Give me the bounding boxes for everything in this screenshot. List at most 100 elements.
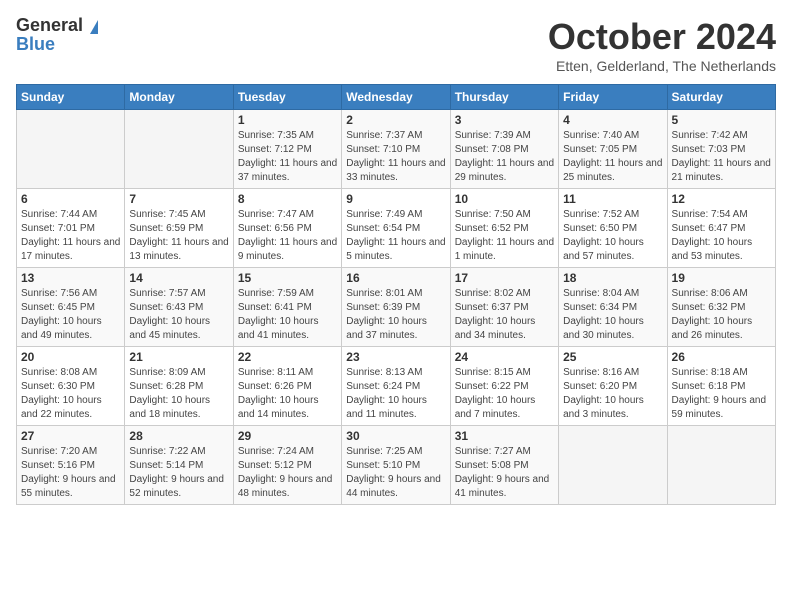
month-title: October 2024 [548, 16, 776, 58]
calendar-cell: 13 Sunrise: 7:56 AM Sunset: 6:45 PM Dayli… [17, 268, 125, 347]
day-number: 19 [672, 271, 771, 285]
calendar-cell: 22Sunrise: 8:11 AM Sunset: 6:26 PM Dayli… [233, 347, 341, 426]
day-info: Sunrise: 7:25 AM Sunset: 5:10 PM Dayligh… [346, 445, 445, 501]
weekday-header-monday: Monday [125, 85, 233, 110]
calendar-cell [667, 426, 775, 505]
calendar-cell: 2 Sunrise: 7:37 AM Sunset: 7:10 PM Daylig… [342, 110, 450, 189]
calendar-week-3: 13 Sunrise: 7:56 AM Sunset: 6:45 PM Dayli… [17, 268, 776, 347]
weekday-header-saturday: Saturday [667, 85, 775, 110]
location-text: Etten, Gelderland, The Netherlands [548, 58, 776, 74]
calendar-cell: 24 Sunrise: 8:15 AM Sunset: 6:22 PM Dayli… [450, 347, 558, 426]
logo-triangle-icon [90, 20, 98, 34]
calendar-cell: 18 Sunrise: 8:04 AM Sunset: 6:34 PM Dayli… [559, 268, 667, 347]
day-number: 3 [455, 113, 554, 127]
day-number: 18 [563, 271, 662, 285]
day-info: Sunrise: 8:08 AM Sunset: 6:30 PM Dayligh… [21, 366, 120, 422]
day-number: 30 [346, 429, 445, 443]
weekday-header-friday: Friday [559, 85, 667, 110]
calendar-cell: 15 Sunrise: 7:59 AM Sunset: 6:41 PM Dayli… [233, 268, 341, 347]
calendar-table: SundayMondayTuesdayWednesdayThursdayFrid… [16, 84, 776, 505]
day-info: Sunrise: 7:37 AM Sunset: 7:10 PM Dayligh… [346, 129, 445, 185]
day-info: Sunrise: 7:50 AM Sunset: 6:52 PM Dayligh… [455, 208, 554, 264]
weekday-header-wednesday: Wednesday [342, 85, 450, 110]
day-info: Sunrise: 8:18 AM Sunset: 6:18 PM Dayligh… [672, 366, 771, 422]
day-info: Sunrise: 7:39 AM Sunset: 7:08 PM Dayligh… [455, 129, 554, 185]
day-number: 28 [129, 429, 228, 443]
day-number: 4 [563, 113, 662, 127]
title-area: October 2024 Etten, Gelderland, The Neth… [548, 16, 776, 74]
calendar-cell: 26 Sunrise: 8:18 AM Sunset: 6:18 PM Dayli… [667, 347, 775, 426]
calendar-cell [559, 426, 667, 505]
day-info: Sunrise: 8:04 AM Sunset: 6:34 PM Dayligh… [563, 287, 662, 343]
weekday-header-thursday: Thursday [450, 85, 558, 110]
calendar-cell: 3 Sunrise: 7:39 AM Sunset: 7:08 PM Daylig… [450, 110, 558, 189]
calendar-cell: 20 Sunrise: 8:08 AM Sunset: 6:30 PM Dayli… [17, 347, 125, 426]
weekday-header-sunday: Sunday [17, 85, 125, 110]
day-number: 13 [21, 271, 120, 285]
day-info: Sunrise: 7:56 AM Sunset: 6:45 PM Dayligh… [21, 287, 120, 343]
day-number: 10 [455, 192, 554, 206]
weekday-header-row: SundayMondayTuesdayWednesdayThursdayFrid… [17, 85, 776, 110]
day-number: 8 [238, 192, 337, 206]
day-number: 5 [672, 113, 771, 127]
day-number: 20 [21, 350, 120, 364]
day-info: Sunrise: 7:22 AM Sunset: 5:14 PM Dayligh… [129, 445, 228, 501]
day-info: Sunrise: 8:06 AM Sunset: 6:32 PM Dayligh… [672, 287, 771, 343]
day-number: 15 [238, 271, 337, 285]
day-info: Sunrise: 8:16 AM Sunset: 6:20 PM Dayligh… [563, 366, 662, 422]
logo-general-text: General [16, 15, 83, 35]
page-header: General Blue October 2024 Etten, Gelderl… [16, 16, 776, 74]
day-number: 6 [21, 192, 120, 206]
day-number: 26 [672, 350, 771, 364]
calendar-cell: 28 Sunrise: 7:22 AM Sunset: 5:14 PM Dayli… [125, 426, 233, 505]
day-number: 23 [346, 350, 445, 364]
calendar-cell: 10 Sunrise: 7:50 AM Sunset: 6:52 PM Dayli… [450, 189, 558, 268]
day-info: Sunrise: 7:52 AM Sunset: 6:50 PM Dayligh… [563, 208, 662, 264]
day-number: 12 [672, 192, 771, 206]
day-info: Sunrise: 7:24 AM Sunset: 5:12 PM Dayligh… [238, 445, 337, 501]
day-info: Sunrise: 7:40 AM Sunset: 7:05 PM Dayligh… [563, 129, 662, 185]
day-number: 31 [455, 429, 554, 443]
day-number: 24 [455, 350, 554, 364]
day-info: Sunrise: 8:01 AM Sunset: 6:39 PM Dayligh… [346, 287, 445, 343]
day-info: Sunrise: 7:47 AM Sunset: 6:56 PM Dayligh… [238, 208, 337, 264]
day-info: Sunrise: 7:57 AM Sunset: 6:43 PM Dayligh… [129, 287, 228, 343]
calendar-cell: 23 Sunrise: 8:13 AM Sunset: 6:24 PM Dayli… [342, 347, 450, 426]
day-info: Sunrise: 7:20 AM Sunset: 5:16 PM Dayligh… [21, 445, 120, 501]
day-number: 11 [563, 192, 662, 206]
calendar-cell: 25 Sunrise: 8:16 AM Sunset: 6:20 PM Dayli… [559, 347, 667, 426]
calendar-cell: 6 Sunrise: 7:44 AM Sunset: 7:01 PM Daylig… [17, 189, 125, 268]
calendar-cell: 8 Sunrise: 7:47 AM Sunset: 6:56 PM Daylig… [233, 189, 341, 268]
day-number: 25 [563, 350, 662, 364]
calendar-cell: 27 Sunrise: 7:20 AM Sunset: 5:16 PM Dayli… [17, 426, 125, 505]
day-info: Sunrise: 7:44 AM Sunset: 7:01 PM Dayligh… [21, 208, 120, 264]
day-number: 2 [346, 113, 445, 127]
day-info: Sunrise: 8:11 AM Sunset: 6:26 PM Dayligh… [238, 366, 337, 422]
calendar-cell [125, 110, 233, 189]
day-number: 29 [238, 429, 337, 443]
calendar-cell: 14Sunrise: 7:57 AM Sunset: 6:43 PM Dayli… [125, 268, 233, 347]
calendar-week-4: 20 Sunrise: 8:08 AM Sunset: 6:30 PM Dayli… [17, 347, 776, 426]
day-number: 27 [21, 429, 120, 443]
day-info: Sunrise: 7:49 AM Sunset: 6:54 PM Dayligh… [346, 208, 445, 264]
day-number: 9 [346, 192, 445, 206]
calendar-cell: 11 Sunrise: 7:52 AM Sunset: 6:50 PM Dayli… [559, 189, 667, 268]
day-info: Sunrise: 8:09 AM Sunset: 6:28 PM Dayligh… [129, 366, 228, 422]
day-info: Sunrise: 8:02 AM Sunset: 6:37 PM Dayligh… [455, 287, 554, 343]
calendar-week-5: 27 Sunrise: 7:20 AM Sunset: 5:16 PM Dayli… [17, 426, 776, 505]
day-info: Sunrise: 7:45 AM Sunset: 6:59 PM Dayligh… [129, 208, 228, 264]
calendar-cell: 31Sunrise: 7:27 AM Sunset: 5:08 PM Dayli… [450, 426, 558, 505]
logo: General Blue [16, 16, 98, 53]
calendar-cell: 16Sunrise: 8:01 AM Sunset: 6:39 PM Dayli… [342, 268, 450, 347]
calendar-cell: 29 Sunrise: 7:24 AM Sunset: 5:12 PM Dayli… [233, 426, 341, 505]
day-number: 7 [129, 192, 228, 206]
calendar-cell: 12Sunrise: 7:54 AM Sunset: 6:47 PM Dayli… [667, 189, 775, 268]
day-info: Sunrise: 7:59 AM Sunset: 6:41 PM Dayligh… [238, 287, 337, 343]
day-info: Sunrise: 7:35 AM Sunset: 7:12 PM Dayligh… [238, 129, 337, 185]
day-info: Sunrise: 8:15 AM Sunset: 6:22 PM Dayligh… [455, 366, 554, 422]
day-number: 17 [455, 271, 554, 285]
day-info: Sunrise: 8:13 AM Sunset: 6:24 PM Dayligh… [346, 366, 445, 422]
day-number: 1 [238, 113, 337, 127]
day-number: 21 [129, 350, 228, 364]
calendar-header: SundayMondayTuesdayWednesdayThursdayFrid… [17, 85, 776, 110]
